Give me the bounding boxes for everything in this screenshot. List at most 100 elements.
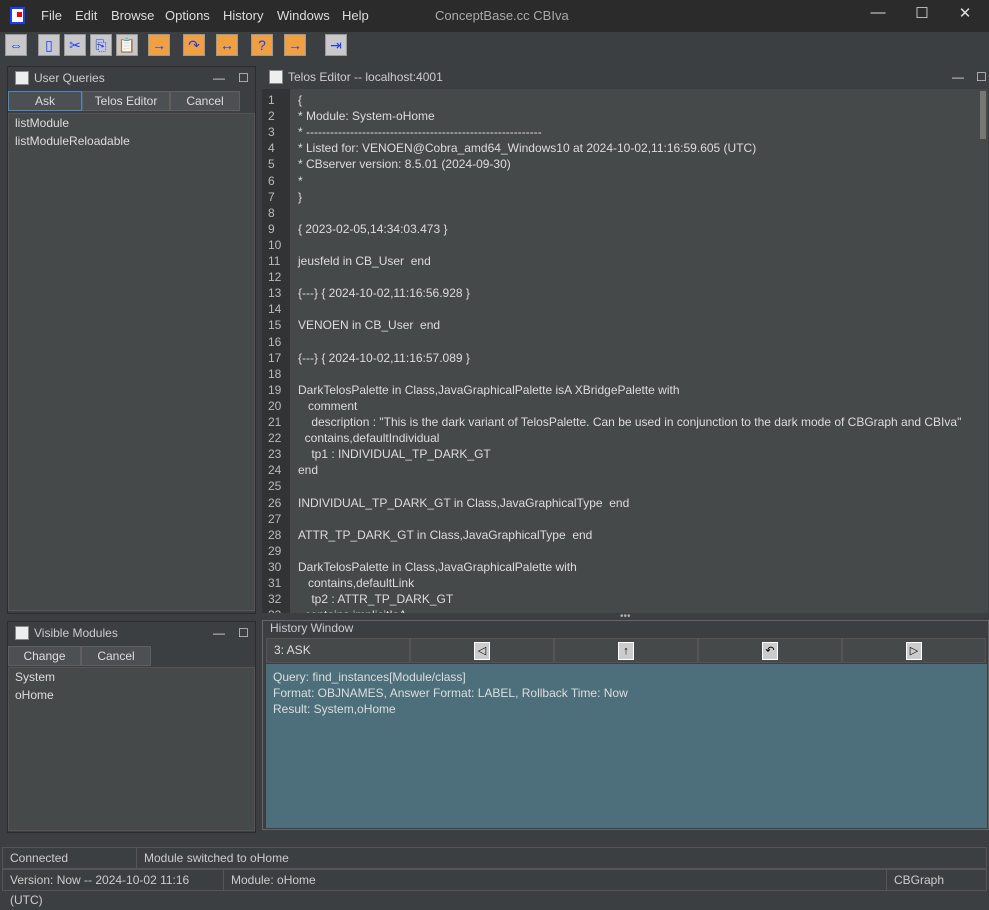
cut-button[interactable]: ✂: [64, 34, 86, 56]
java-icon: [15, 71, 29, 85]
line-number: 17: [268, 350, 282, 365]
menu-browse[interactable]: Browse: [111, 8, 154, 23]
telos-editor-button[interactable]: Telos Editor: [82, 91, 170, 111]
code-line: DarkTelosPalette in Class,JavaGraphicalP…: [298, 559, 577, 574]
java-icon: [269, 70, 283, 84]
result-format: Format: OBJNAMES, Answer Format: LABEL, …: [273, 686, 628, 700]
line-number: 7: [268, 189, 275, 204]
line-number: 22: [268, 431, 282, 446]
menu-windows[interactable]: Windows: [277, 8, 330, 23]
copy-icon: ⎘: [95, 37, 107, 53]
module-list: System oHome: [8, 667, 255, 831]
menu-file[interactable]: File: [41, 8, 62, 23]
line-number: 31: [268, 576, 282, 590]
status-message: Module switched to oHome: [136, 847, 987, 869]
telos-editor-header: Telos Editor -- localhost:4001 — ☐: [262, 66, 989, 89]
title-bar: File Edit Browse Options History Windows Help …: [0, 0, 989, 32]
line-number: 2: [268, 109, 275, 124]
line-number: 13: [268, 286, 282, 301]
close-button[interactable]: ✕: [945, 4, 985, 22]
cancel-button[interactable]: Cancel: [170, 91, 240, 111]
back-icon: ◁: [474, 642, 490, 660]
menu-history[interactable]: History: [223, 8, 263, 23]
up-button[interactable]: ↑: [554, 638, 698, 663]
change-button[interactable]: Change: [8, 646, 81, 666]
code-line: tp1 : INDIVIDUAL_TP_DARK_GT: [298, 447, 491, 462]
line-number: 27: [268, 511, 282, 526]
ask-button[interactable]: ?: [251, 34, 273, 56]
list-item[interactable]: oHome: [9, 686, 254, 704]
maximize-panel-button[interactable]: ☐: [976, 66, 987, 88]
line-number: 5: [268, 157, 275, 172]
code-line: DarkTelosPalette in Class,JavaGraphicalP…: [298, 382, 680, 397]
list-item[interactable]: listModuleReloadable: [9, 132, 254, 150]
line-number: 26: [268, 495, 282, 510]
visible-modules-panel: Visible Modules — ☐ Change Cancel System …: [7, 621, 256, 833]
code-line: contains,defaultLink: [298, 576, 415, 590]
history-title: History Window: [268, 621, 356, 635]
code-line: }: [298, 189, 303, 204]
copy-button[interactable]: ⎘: [90, 34, 112, 56]
code-line: * --------------------------------------…: [298, 125, 542, 140]
code-line: contains,defaultIndividual: [298, 431, 440, 446]
up-icon: ↑: [618, 642, 634, 660]
code-line: * Listed for: VENOEN@Cobra_amd64_Windows…: [298, 141, 757, 156]
connection-status: Connected: [2, 847, 137, 869]
line-number: 10: [268, 237, 282, 252]
exit-button[interactable]: ⇥: [325, 34, 347, 56]
maximize-panel-button[interactable]: ☐: [238, 67, 249, 89]
paste-button[interactable]: 📋: [116, 34, 138, 56]
menu-help[interactable]: Help: [342, 8, 369, 23]
line-number: 18: [268, 366, 282, 381]
retell-icon: ↔: [220, 37, 234, 53]
paste-icon: 📋: [118, 37, 136, 53]
connect-button[interactable]: ⇔: [5, 34, 27, 56]
undo-button[interactable]: ↶: [698, 638, 842, 663]
editor-scrollbar-thumb[interactable]: [980, 91, 986, 139]
line-number: 12: [268, 270, 282, 285]
code-line: * CBserver version: 8.5.01 (2024-09-30): [298, 157, 511, 172]
line-number: 8: [268, 205, 275, 220]
ask-icon: ?: [258, 37, 266, 53]
java-icon: [15, 626, 29, 640]
cancel-button[interactable]: Cancel: [81, 646, 151, 666]
code-line: description : "This is the dark variant …: [298, 415, 962, 429]
untell-button[interactable]: ↷: [183, 34, 205, 56]
code-line: VENOEN in CB_User end: [298, 318, 441, 333]
back-button[interactable]: ◁: [410, 638, 554, 663]
user-queries-panel: User Queries — ☐ Ask Telos Editor Cancel …: [7, 66, 256, 614]
list-item[interactable]: System: [9, 668, 254, 686]
module-status: Module: oHome: [223, 869, 887, 891]
forward-icon: ▷: [906, 642, 922, 660]
minimize-panel-button[interactable]: —: [213, 622, 225, 644]
line-number: 30: [268, 559, 282, 574]
load-model-button[interactable]: →: [284, 34, 306, 56]
panel-title: User Queries: [34, 71, 105, 85]
version-status: Version: Now -- 2024-10-02 11:16 (UTC): [2, 869, 224, 907]
retell-button[interactable]: ↔: [216, 34, 238, 56]
cut-icon: ✂: [69, 37, 81, 53]
line-number: 29: [268, 543, 282, 558]
minimize-panel-button[interactable]: —: [952, 66, 964, 88]
exit-icon: ⇥: [330, 37, 342, 53]
ask-button[interactable]: Ask: [8, 91, 82, 111]
list-item[interactable]: listModule: [9, 114, 254, 132]
new-file-button[interactable]: ▯: [38, 34, 60, 56]
undo-icon: ↶: [762, 642, 778, 660]
telos-editor-textarea[interactable]: 1 2 3 4 5 6 7 8 9 10 11 12 13 14 15 16 17 18 19 20 21 22 23 24 2…: [262, 89, 988, 613]
new-file-icon: ▯: [45, 37, 53, 53]
menu-options[interactable]: Options: [165, 8, 210, 23]
code-line: { 2023-02-05,14:34:03.473 }: [298, 221, 448, 236]
minimize-button[interactable]: —: [858, 4, 898, 21]
maximize-panel-button[interactable]: ☐: [238, 622, 249, 644]
maximize-button[interactable]: ☐: [902, 4, 942, 22]
menu-edit[interactable]: Edit: [75, 8, 97, 23]
forward-button[interactable]: ▷: [842, 638, 986, 663]
code-line: {---} { 2024-10-02,11:16:56.928 }: [298, 286, 470, 301]
tell-button[interactable]: →: [148, 34, 170, 56]
toolbar: ⇔ ▯ ✂ ⎘ 📋 → ↷ ↔? → ⇥: [0, 32, 989, 60]
query-list: listModule listModuleReloadable: [8, 113, 255, 611]
minimize-panel-button[interactable]: —: [213, 67, 225, 89]
line-number: 15: [268, 318, 282, 333]
load-model-icon: →: [288, 37, 302, 53]
